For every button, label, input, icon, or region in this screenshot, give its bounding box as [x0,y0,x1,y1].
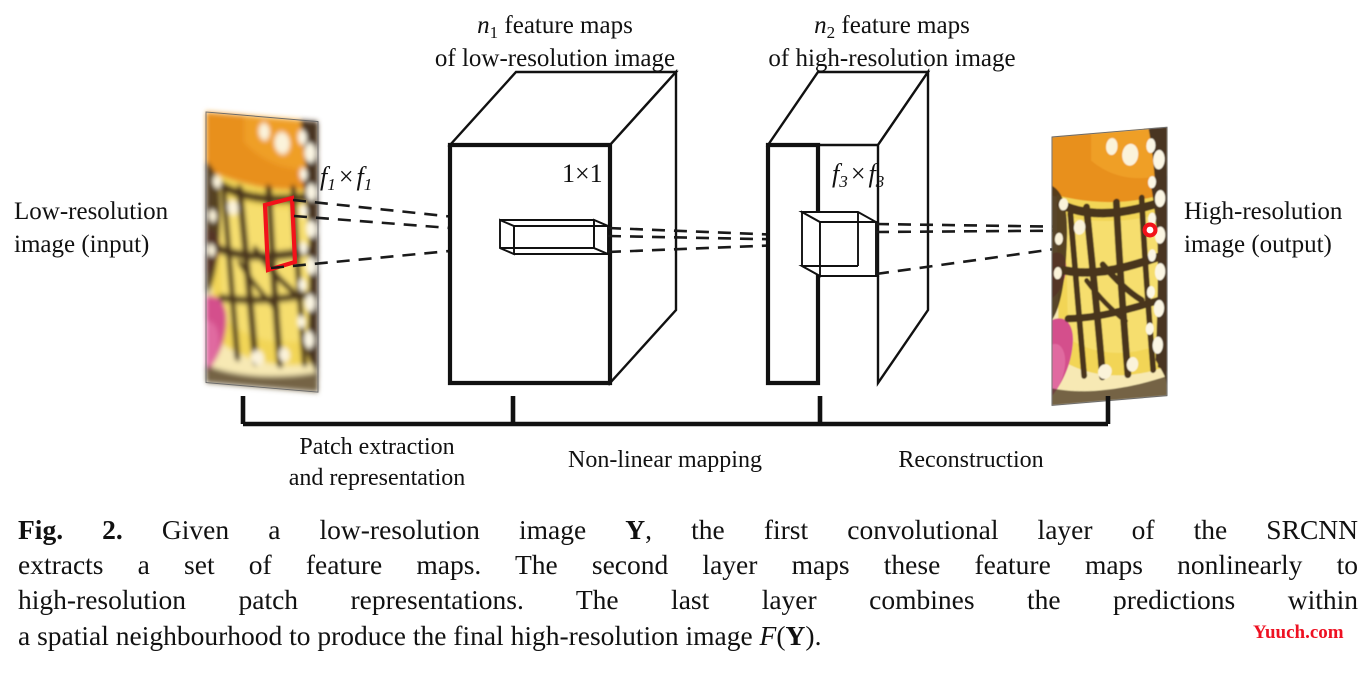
low-resolution-input-label: Low-resolution image (input) [14,196,168,261]
f3-base-right: f [868,159,876,188]
f3-sub-right: 3 [875,172,885,192]
feature-map-block-1 [447,68,679,387]
caption-figure-number: Fig. 2. [18,514,123,545]
butterfly-highres-thumbnail [1051,126,1168,406]
stage-nonlinear-mapping-line1: Non-linear mapping [568,447,762,473]
stage-patch-extraction-line1: Patch extraction [299,434,455,460]
stage-patch-extraction: Patch extraction and representation [289,432,466,494]
low-resolution-input-line2: image (input) [14,230,150,258]
n2-feature-maps-text: feature maps [835,12,970,39]
n1-subscript: 1 [489,22,499,42]
stage-bracket [240,396,1111,427]
caption-line-3: high-resolution patch representations. T… [18,584,1358,616]
n2-feature-maps-label: n2 feature maps of high-resolution image [768,10,1139,74]
times-operator-1: × [338,162,354,191]
n1-feature-maps-label: n1 feature maps of low-resolution image [435,10,795,74]
stage-reconstruction: Reconstruction [898,445,1043,476]
f3-kernel-size-label: f3 × f3 [832,158,884,193]
caption-line-2: extracts a set of feature maps. The seco… [18,549,1358,581]
figure-caption: Fig. 2. Given a low-resolution image Y, … [18,512,1358,653]
n2-subscript: 2 [826,22,836,42]
high-resolution-output-line2: image (output) [1184,230,1332,258]
f1-sub-right: 1 [363,175,373,195]
caption-line-4: a spatial neighbourhood to produce the f… [18,618,1358,653]
stage-nonlinear-mapping: Non-linear mapping [568,445,762,476]
f1-base-right: f [356,162,364,191]
times-operator-2: × [850,159,866,188]
butterfly-lowres-thumbnail [205,111,319,393]
n2-feature-maps-subtext: of high-resolution image [768,45,1016,72]
watermark-yuuch: Yuuch.com [1253,622,1344,643]
caption-symbol-f: F [759,619,777,651]
caption-paren-open: ( [776,619,786,651]
high-resolution-output-line1: High-resolution [1184,198,1343,225]
low-resolution-input-line1: Low-resolution [14,198,169,225]
caption-line-4-a: a spatial neighbourhood to produce the f… [18,619,760,651]
caption-symbol-y-1: Y [625,514,646,545]
srcnn-architecture-diagram [205,68,1168,427]
n1-feature-maps-subtext: of low-resolution image [434,45,676,72]
f1-sub-left: 1 [327,175,336,195]
stage-reconstruction-line1: Reconstruction [898,447,1044,473]
output-pixel-marker [1142,222,1158,238]
caption-line-1-a: Given a low-resolution image [122,514,626,545]
one-by-one-kernel-label: 1×1 [562,159,603,188]
figure-2-srcnn-architecture: n1 feature maps of low-resolution image … [0,0,1372,689]
caption-line-1: Fig. 2. Given a low-resolution image Y, … [18,512,1358,547]
n1-feature-maps-text: feature maps [498,12,633,39]
caption-symbol-y-2: Y [785,619,806,651]
caption-line-1-b: , the first convolutional layer of the S… [645,514,1359,545]
n2-symbol: n [814,12,827,39]
f1-kernel-size-label: f1 × f1 [320,161,372,196]
kernel-cube-f3 [798,210,880,278]
high-resolution-output-label: High-resolution image (output) [1184,196,1342,261]
caption-paren-close: ). [805,619,822,651]
stage-patch-extraction-line2: and representation [288,465,466,492]
n1-symbol: n [477,12,490,39]
f3-sub-left: 3 [839,172,848,192]
